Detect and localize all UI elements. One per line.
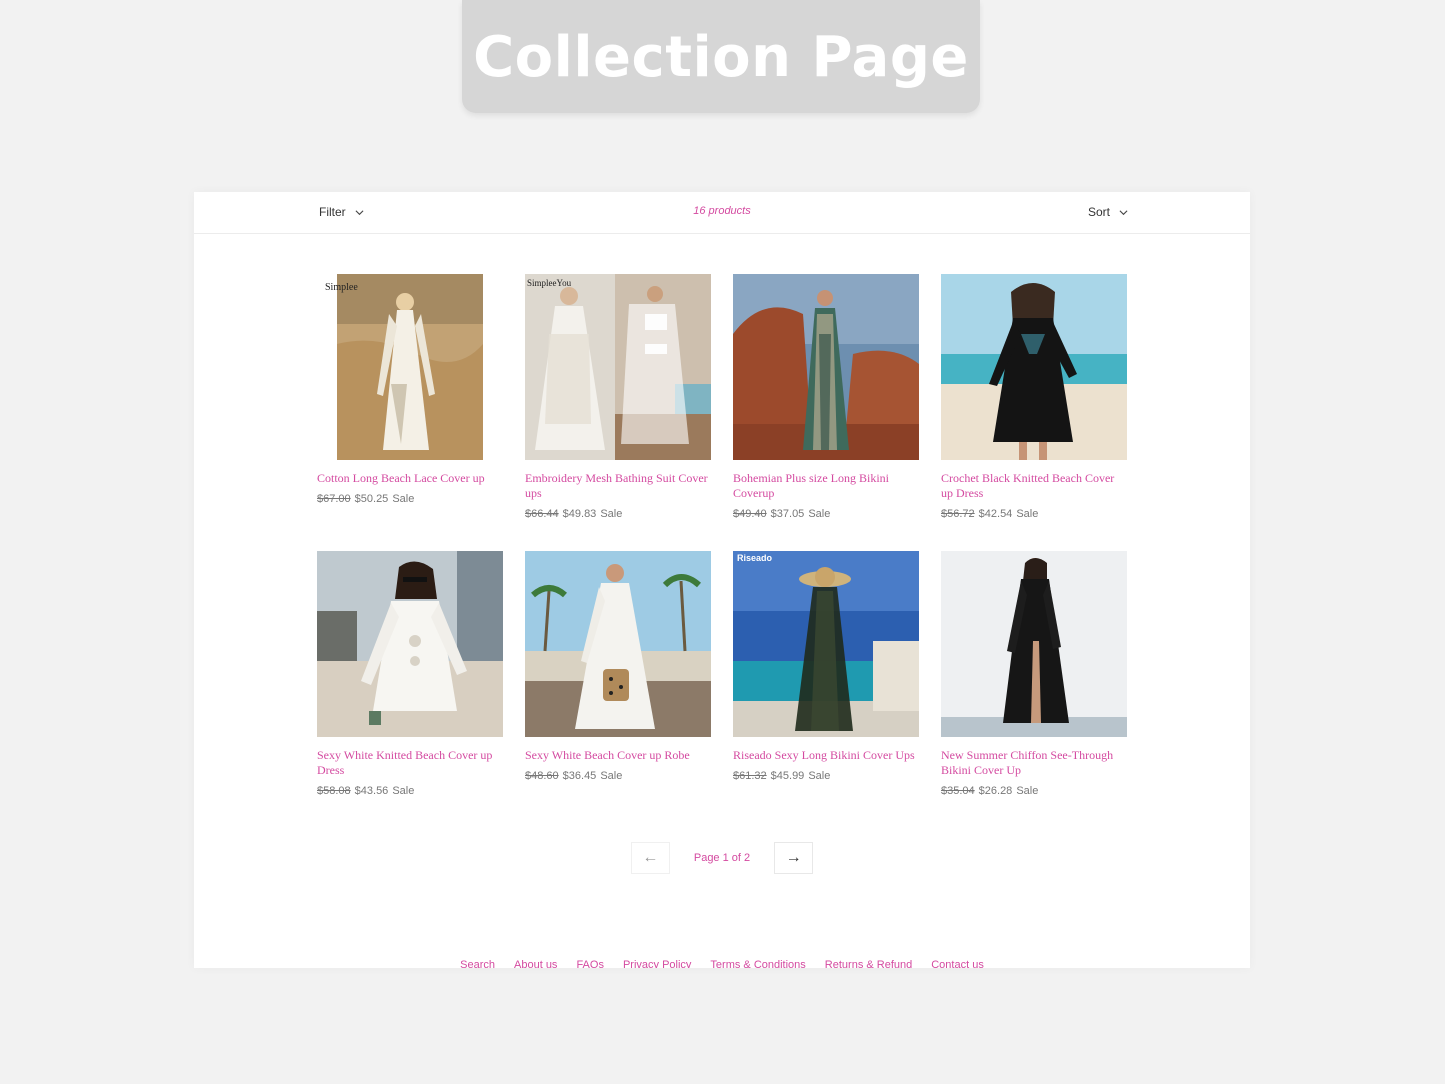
- prev-page-button[interactable]: ←: [630, 842, 670, 874]
- sale-price: $42.54: [978, 508, 1013, 520]
- product-image[interactable]: SimpleeYou: [525, 274, 711, 460]
- product-image[interactable]: [525, 551, 711, 737]
- original-price: $35.04: [941, 785, 975, 797]
- sale-badge: Sale: [392, 785, 415, 797]
- product-price: $35.04 $26.28 Sale: [941, 785, 1127, 797]
- product-price: $61.32 $45.99 Sale: [733, 770, 919, 782]
- footer-link-returns[interactable]: Returns & Refund: [825, 959, 912, 968]
- product-card[interactable]: Sexy White Beach Cover up Robe $48.60 $36…: [525, 551, 711, 828]
- footer-link-about[interactable]: About us: [514, 959, 557, 968]
- footer-link-faqs[interactable]: FAQs: [576, 959, 604, 968]
- product-image[interactable]: Simplee: [317, 274, 503, 460]
- sale-price: $36.45: [562, 770, 597, 782]
- product-image[interactable]: [733, 274, 919, 460]
- sale-price: $37.05: [770, 508, 805, 520]
- product-price: $56.72 $42.54 Sale: [941, 508, 1127, 520]
- product-image[interactable]: [317, 551, 503, 737]
- original-price: $49.40: [733, 508, 767, 520]
- product-name[interactable]: Sexy White Knitted Beach Cover up Dress: [317, 748, 503, 778]
- sale-price: $50.25: [354, 493, 389, 505]
- original-price: $66.44: [525, 508, 559, 520]
- sale-badge: Sale: [600, 508, 623, 520]
- product-price: $49.40 $37.05 Sale: [733, 508, 919, 520]
- chevron-down-icon: [1119, 209, 1128, 215]
- sale-price: $43.56: [354, 785, 389, 797]
- sale-price: $45.99: [770, 770, 805, 782]
- svg-text:SimpleeYou: SimpleeYou: [527, 278, 572, 288]
- original-price: $56.72: [941, 508, 975, 520]
- product-card[interactable]: New Summer Chiffon See-Through Bikini Co…: [941, 551, 1127, 828]
- product-name[interactable]: Riseado Sexy Long Bikini Cover Ups: [733, 748, 919, 763]
- sale-badge: Sale: [808, 770, 831, 782]
- product-name[interactable]: New Summer Chiffon See-Through Bikini Co…: [941, 748, 1127, 778]
- page-indicator: Page 1 of 2: [693, 852, 751, 864]
- footer-link-contact[interactable]: Contact us: [931, 959, 984, 968]
- product-name[interactable]: Embroidery Mesh Bathing Suit Cover ups: [525, 471, 711, 501]
- product-image[interactable]: [941, 551, 1127, 737]
- footer-link-privacy[interactable]: Privacy Policy: [623, 959, 691, 968]
- next-page-button[interactable]: →: [774, 842, 814, 874]
- product-card[interactable]: Simplee Cotton Long Beach Lace Cover up …: [317, 274, 503, 551]
- product-image[interactable]: Riseado: [733, 551, 919, 737]
- sale-badge: Sale: [808, 508, 831, 520]
- product-card[interactable]: Bohemian Plus size Long Bikini Coverup $…: [733, 274, 919, 551]
- sale-badge: Sale: [392, 493, 415, 505]
- original-price: $61.32: [733, 770, 767, 782]
- product-price: $48.60 $36.45 Sale: [525, 770, 711, 782]
- sale-badge: Sale: [600, 770, 623, 782]
- product-price: $66.44 $49.83 Sale: [525, 508, 711, 520]
- product-card[interactable]: SimpleeYou Embroidery Mesh Bathing Suit …: [525, 274, 711, 551]
- banner-title: Collection Page: [473, 25, 969, 90]
- collection-toolbar: Filter 16 products Sort: [194, 192, 1250, 234]
- arrow-right-icon: →: [785, 849, 802, 866]
- sale-price: $49.83: [562, 508, 597, 520]
- product-card[interactable]: Riseado Riseado Sexy Long Bikini Cover U…: [733, 551, 919, 828]
- sale-badge: Sale: [1016, 785, 1039, 797]
- svg-text:Riseado: Riseado: [737, 553, 773, 563]
- original-price: $67.00: [317, 493, 351, 505]
- footer-link-search[interactable]: Search: [460, 959, 495, 968]
- arrow-left-icon: ←: [642, 849, 659, 866]
- footer-link-terms[interactable]: Terms & Conditions: [710, 959, 805, 968]
- collection-panel: Filter 16 products Sort Simplee Cotton L…: [194, 192, 1250, 968]
- original-price: $58.08: [317, 785, 351, 797]
- product-name[interactable]: Bohemian Plus size Long Bikini Coverup: [733, 471, 919, 501]
- product-card[interactable]: Sexy White Knitted Beach Cover up Dress …: [317, 551, 503, 828]
- product-price: $67.00 $50.25 Sale: [317, 493, 503, 505]
- sale-price: $26.28: [978, 785, 1013, 797]
- sale-badge: Sale: [1016, 508, 1039, 520]
- product-name[interactable]: Cotton Long Beach Lace Cover up: [317, 471, 503, 486]
- sort-label: Sort: [1087, 205, 1110, 219]
- header-banner: Collection Page: [462, 0, 980, 113]
- product-price: $58.08 $43.56 Sale: [317, 785, 503, 797]
- footer-links: Search About us FAQs Privacy Policy Term…: [194, 959, 1250, 968]
- svg-text:Simplee: Simplee: [325, 282, 358, 293]
- pagination: ← Page 1 of 2 →: [194, 842, 1250, 874]
- product-name[interactable]: Sexy White Beach Cover up Robe: [525, 748, 711, 763]
- original-price: $48.60: [525, 770, 559, 782]
- product-image[interactable]: [941, 274, 1127, 460]
- sort-dropdown[interactable]: Sort: [1088, 205, 1128, 219]
- product-name[interactable]: Crochet Black Knitted Beach Cover up Dre…: [941, 471, 1127, 501]
- product-grid: Simplee Cotton Long Beach Lace Cover up …: [317, 274, 1127, 828]
- product-card[interactable]: Crochet Black Knitted Beach Cover up Dre…: [941, 274, 1127, 551]
